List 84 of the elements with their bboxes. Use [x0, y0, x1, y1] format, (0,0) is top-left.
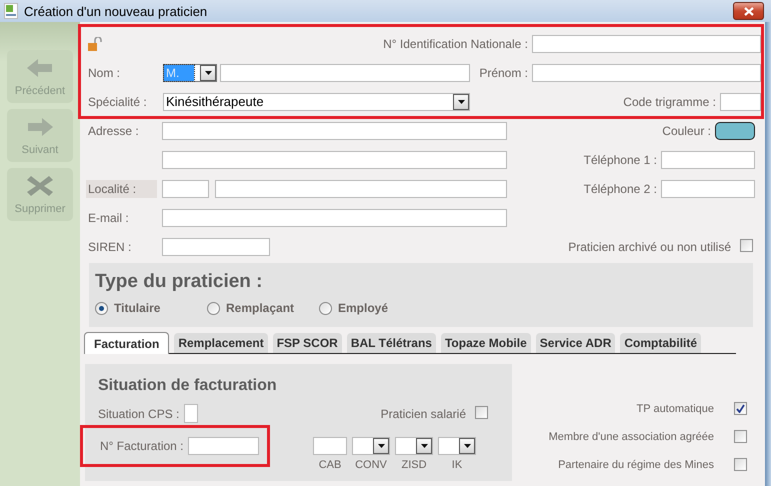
radio-button[interactable]: [207, 302, 220, 314]
app-icon: [4, 3, 18, 19]
field-label: Prénom :: [479, 66, 528, 80]
padlock-icon: [88, 37, 102, 51]
window-title: Création d'un nouveau praticien: [24, 4, 208, 18]
close-button[interactable]: [733, 2, 764, 20]
tab[interactable]: Facturation: [84, 332, 170, 354]
dropdown-value: Kinésithérapeute: [165, 94, 265, 110]
field-label: SIREN :: [88, 240, 132, 254]
field-label: Couleur :: [662, 124, 711, 138]
dropdown[interactable]: [352, 437, 390, 455]
tab[interactable]: Comptabilité: [620, 333, 702, 353]
check-icon: [736, 404, 745, 413]
field-label: ZISD: [401, 459, 427, 471]
tab[interactable]: Topaze Mobile: [440, 333, 531, 353]
dropdown-button[interactable]: [200, 65, 216, 81]
field-label: Localité :: [86, 180, 157, 198]
field-label: CAB: [318, 459, 342, 471]
caret-icon: [458, 100, 464, 104]
field-label: Adresse :: [88, 124, 140, 138]
field-label: Spécialité :: [88, 95, 148, 109]
dropdown-button[interactable]: [453, 94, 469, 110]
checkbox[interactable]: [475, 406, 488, 418]
radio-button[interactable]: [95, 302, 108, 314]
caret-icon: [420, 444, 428, 448]
close-icon: [744, 6, 754, 16]
radio-label: Titulaire: [114, 301, 160, 315]
field-label: Nom :: [88, 66, 122, 80]
field-label: N° Facturation :: [100, 439, 184, 453]
field-label: N° Identification Nationale :: [383, 37, 528, 51]
tab[interactable]: Remplacement: [174, 333, 268, 353]
input-field[interactable]: [188, 437, 258, 455]
caret-icon: [204, 71, 212, 75]
checkbox[interactable]: [734, 402, 747, 415]
input-field[interactable]: [661, 151, 755, 169]
tab[interactable]: FSP SCOR: [272, 333, 342, 353]
checkbox[interactable]: [734, 430, 747, 443]
field-label: Téléphone 2 :: [584, 182, 657, 196]
checkbox[interactable]: [740, 239, 753, 252]
checkbox-label: Praticien salarié: [380, 406, 466, 420]
input-field[interactable]: [162, 209, 507, 227]
cross-icon: [25, 174, 55, 198]
checkbox-label: Praticien archivé ou non utilisé: [568, 240, 731, 254]
dropdown-button[interactable]: [459, 438, 475, 454]
tab[interactable]: Service ADR: [536, 333, 616, 353]
tab[interactable]: BAL Télétrans: [346, 333, 436, 353]
right-arrow-icon: [25, 115, 55, 139]
dropdown[interactable]: [395, 437, 433, 455]
dropdown[interactable]: Kinésithérapeute: [163, 93, 470, 111]
radio-label: Employé: [338, 301, 388, 315]
radio-label: Remplaçant: [226, 301, 294, 315]
input-field[interactable]: [162, 122, 507, 140]
checkbox-label: TP automatique: [636, 402, 714, 414]
input-field[interactable]: [162, 180, 209, 198]
section-title: Type du praticien :: [95, 271, 264, 293]
input-field[interactable]: [532, 35, 761, 53]
radio-button[interactable]: [319, 302, 332, 314]
field-label: E-mail :: [88, 211, 130, 225]
left-arrow-icon: [25, 56, 55, 80]
checkbox-label: Partenaire du régime des Mines: [558, 458, 714, 470]
input-field[interactable]: [313, 437, 347, 455]
section-title: Situation de facturation: [98, 377, 278, 395]
input-field[interactable]: [220, 64, 470, 82]
field-label: Code trigramme :: [623, 95, 716, 109]
checkbox[interactable]: [734, 458, 747, 471]
checkbox-label: Membre d'une association agréée: [548, 430, 714, 442]
input-field[interactable]: [215, 180, 507, 198]
field-label: Situation CPS :: [98, 406, 180, 420]
input-field[interactable]: [532, 64, 761, 82]
dropdown-value: M.: [164, 65, 194, 81]
field-label: Téléphone 1 :: [584, 153, 657, 167]
dropdown[interactable]: [438, 437, 476, 455]
input-field[interactable]: [661, 180, 755, 198]
field-label: IK: [452, 459, 462, 471]
dropdown-button[interactable]: [373, 438, 389, 454]
input-field[interactable]: [184, 404, 198, 423]
input-field[interactable]: [162, 238, 270, 256]
input-field[interactable]: [162, 151, 507, 169]
field-label: CONV: [355, 459, 387, 471]
caret-icon: [464, 444, 470, 448]
input-field[interactable]: [720, 93, 761, 111]
caret-icon: [378, 444, 384, 448]
color-swatch[interactable]: [715, 122, 755, 140]
dropdown-button[interactable]: [416, 438, 432, 454]
